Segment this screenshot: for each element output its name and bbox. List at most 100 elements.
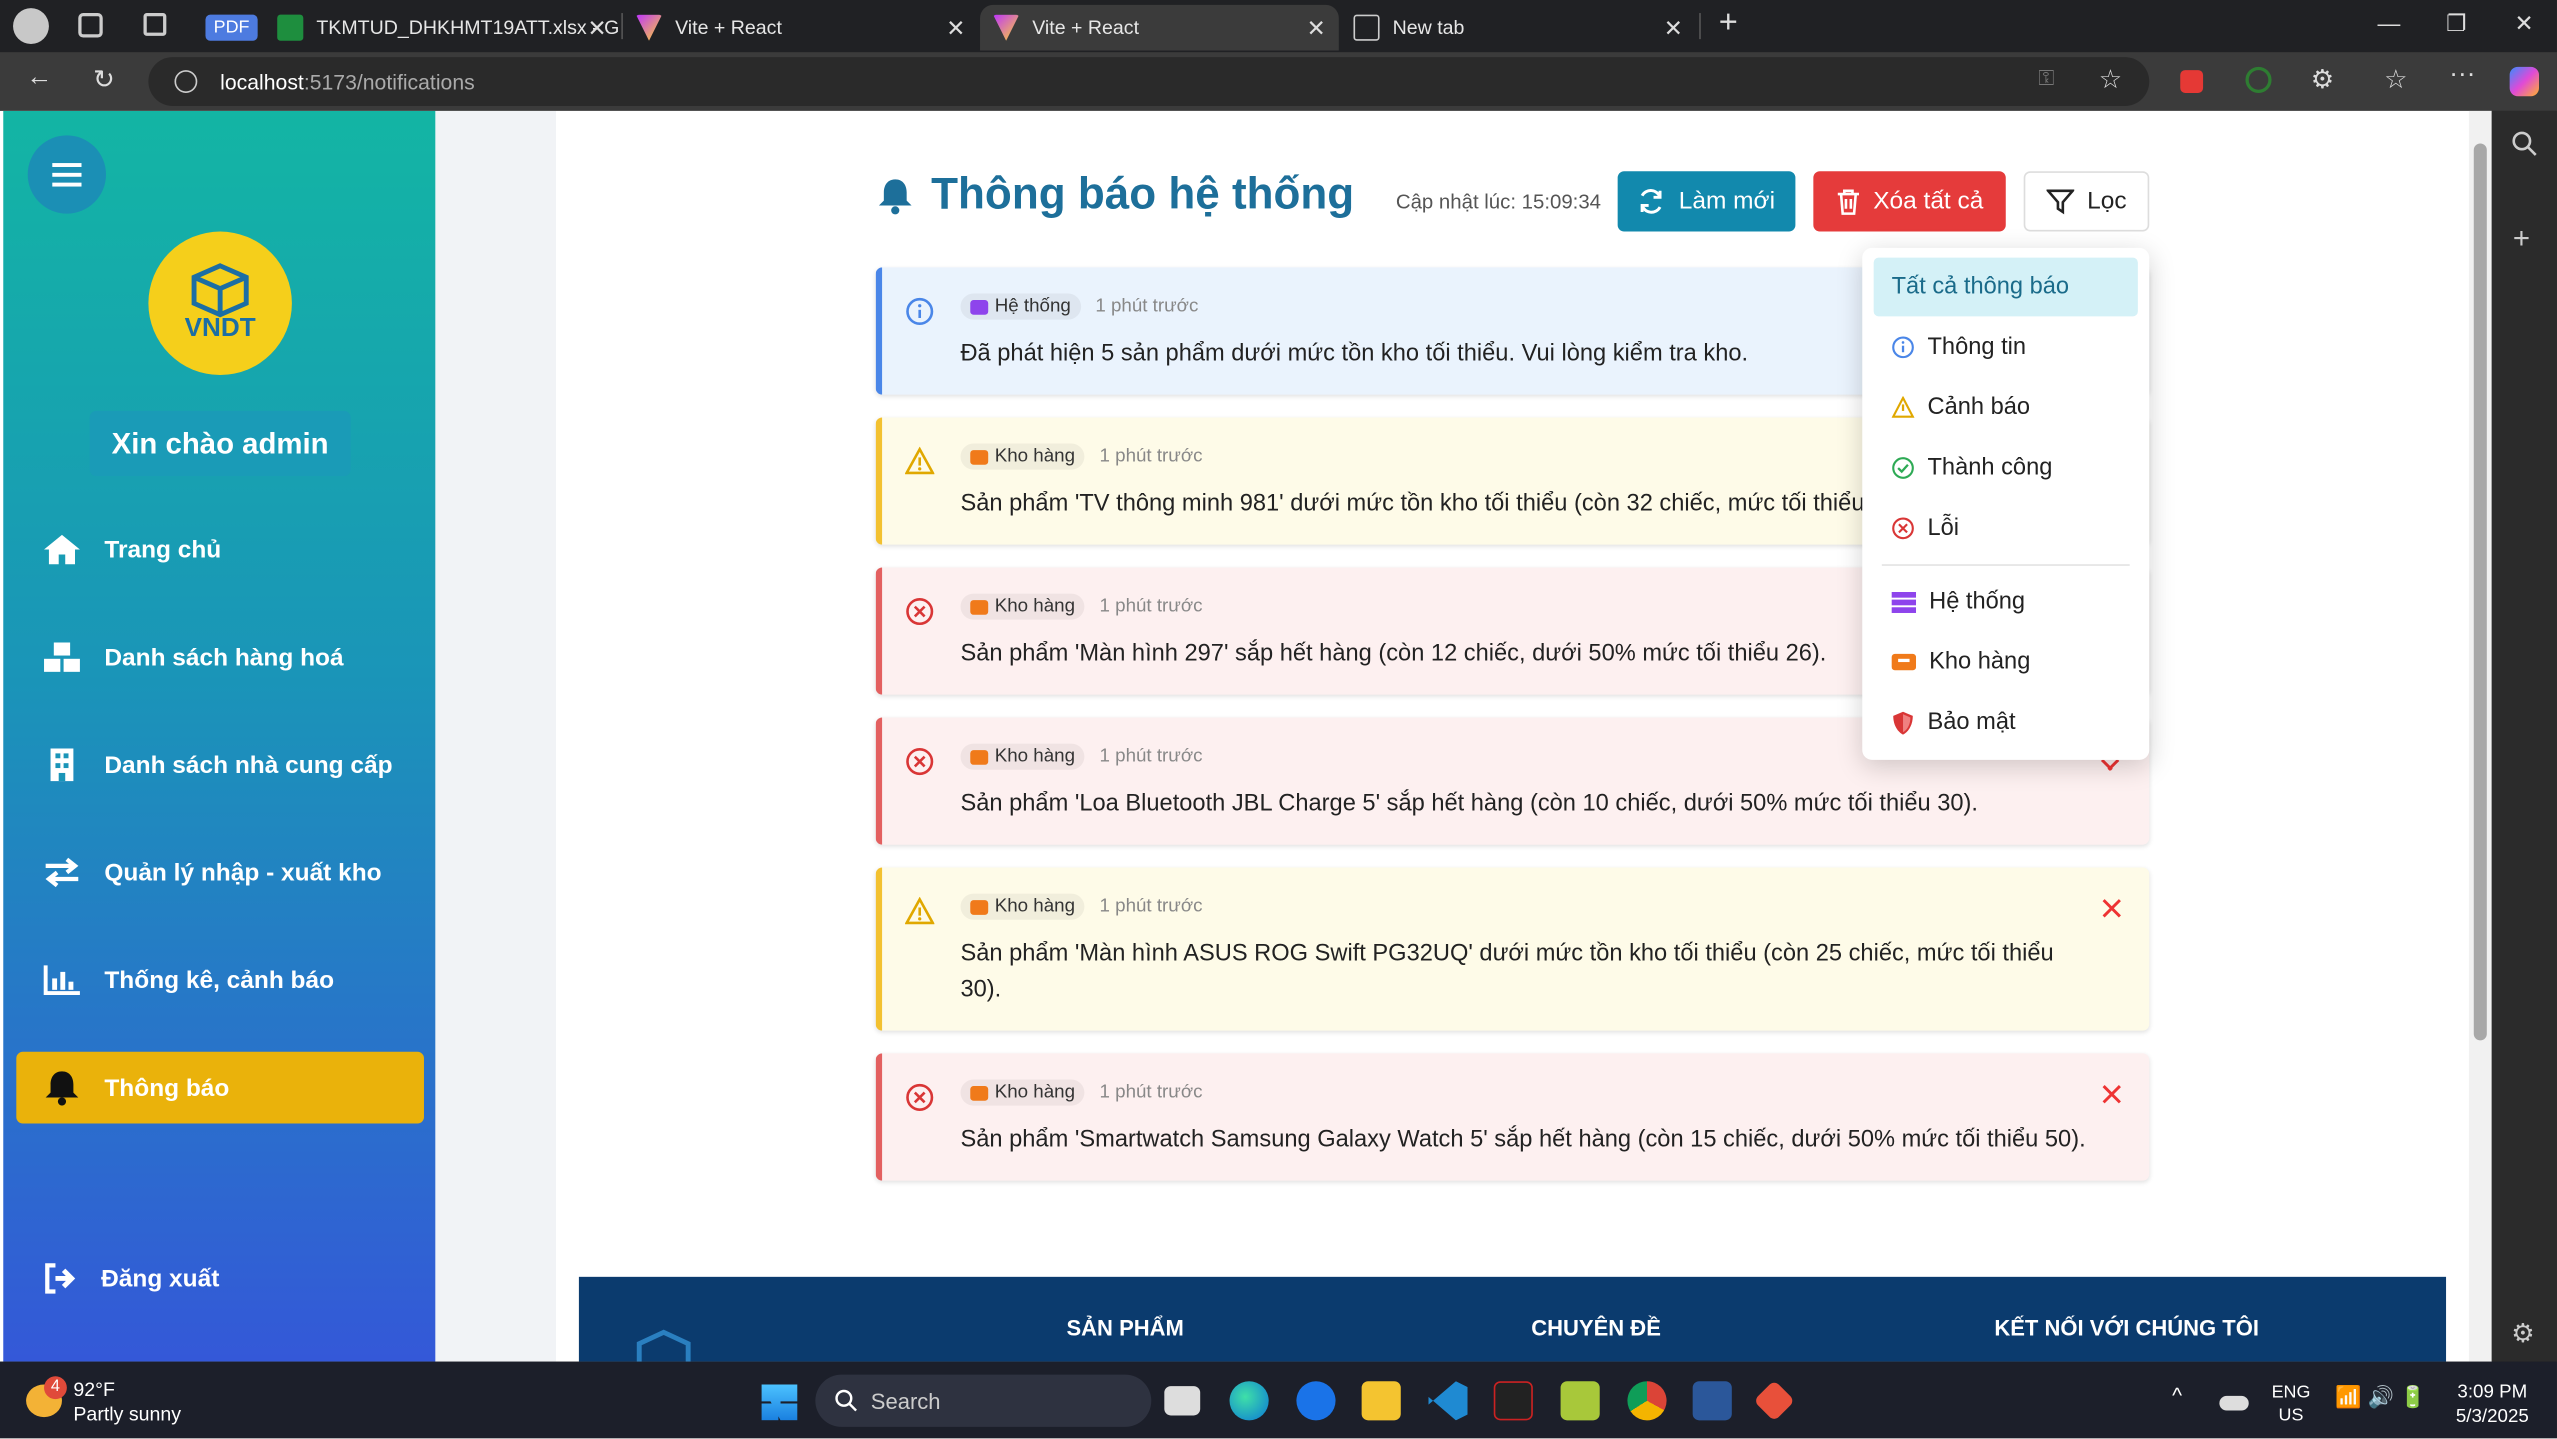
close-window-icon[interactable]: ✕ xyxy=(2515,10,2534,38)
edge-icon[interactable] xyxy=(1229,1381,1269,1421)
network-sound-battery[interactable]: 📶 🔊 🔋 xyxy=(2335,1385,2426,1409)
footer-heading-connect: KẾT NỐI VỚI CHÚNG TÔI xyxy=(1994,1315,2259,1341)
new-tab-button[interactable]: + xyxy=(1719,5,1738,43)
extensions-icon[interactable]: ⚙ xyxy=(2311,64,2334,97)
language-indicator[interactable]: ENG US xyxy=(2272,1381,2311,1427)
filter-button[interactable]: Lọc xyxy=(2023,171,2150,232)
sidebar-item-label: Danh sách nhà cung cấp xyxy=(104,750,393,779)
sidebar-item-suppliers[interactable]: Danh sách nhà cung cấp xyxy=(16,729,424,801)
footer-heading-topics: CHUYÊN ĐỀ xyxy=(1531,1315,1661,1341)
filter-option-warehouse[interactable]: Kho hàng xyxy=(1874,633,2138,692)
tray-chevron-icon[interactable]: ^ xyxy=(2172,1384,2182,1407)
server-icon xyxy=(970,299,989,314)
more-icon[interactable]: ··· xyxy=(2449,60,2475,89)
taskbar-search[interactable]: Search xyxy=(815,1374,1152,1427)
newtab-icon xyxy=(1353,14,1380,41)
app-yellow-icon[interactable] xyxy=(1560,1381,1600,1421)
file-explorer-icon[interactable] xyxy=(1361,1381,1401,1421)
start-button[interactable] xyxy=(761,1384,798,1421)
restore-icon[interactable]: ❐ xyxy=(2446,10,2466,38)
warehouse-icon xyxy=(970,749,989,764)
task-view-icon[interactable] xyxy=(1164,1386,1201,1416)
filter-option-success[interactable]: Thành công xyxy=(1874,439,2138,498)
tab-vite-2[interactable]: Vite + React ✕ xyxy=(980,4,1339,51)
zalo-icon[interactable] xyxy=(1296,1381,1336,1421)
close-tab-icon[interactable]: ✕ xyxy=(1664,15,1683,43)
category-badge: Kho hàng xyxy=(960,893,1085,920)
vscode-icon[interactable] xyxy=(1428,1381,1468,1421)
refresh-button[interactable]: Làm mới xyxy=(1617,171,1796,232)
scrollbar-thumb[interactable] xyxy=(2473,143,2487,1041)
app-red-icon[interactable] xyxy=(1493,1381,1533,1421)
profile-icon[interactable] xyxy=(13,8,49,45)
warehouse-icon xyxy=(970,599,989,614)
sidebar-item-products[interactable]: Danh sách hàng hoá xyxy=(16,621,424,693)
chrome-icon[interactable] xyxy=(1627,1381,1667,1421)
word-icon[interactable] xyxy=(1692,1381,1732,1421)
filter-icon xyxy=(2046,189,2075,215)
tab-pdf[interactable]: PDF xyxy=(192,5,264,51)
sidebar-item-label: Thống kê, cảnh báo xyxy=(104,966,335,994)
filter-option-security[interactable]: Bảo mật xyxy=(1874,693,2138,752)
dismiss-icon[interactable] xyxy=(2100,1083,2123,1106)
tab-title: TKMTUD_DHKHMT19ATT.xlsx - G xyxy=(316,16,620,40)
filter-option-label: Kho hàng xyxy=(1929,649,2031,676)
weather-widget[interactable]: 92°F Partly sunny xyxy=(73,1378,181,1427)
warning-icon xyxy=(1891,396,1915,418)
favorite-star-icon[interactable]: ☆ xyxy=(2099,64,2122,97)
clear-all-button[interactable]: Xóa tất cả xyxy=(1813,171,2006,232)
back-icon[interactable]: ← xyxy=(26,64,52,93)
filter-option-error[interactable]: Lỗi xyxy=(1874,499,2138,558)
tab-spreadsheet[interactable]: TKMTUD_DHKHMT19ATT.xlsx - G ✕ xyxy=(264,5,619,51)
close-tab-icon[interactable]: ✕ xyxy=(587,15,606,43)
key-icon[interactable]: ⚿ xyxy=(2038,65,2054,91)
search-icon[interactable] xyxy=(2511,130,2537,156)
sidebar-item-home[interactable]: Trang chủ xyxy=(16,514,424,586)
sidebar-item-label: Quản lý nhập - xuất kho xyxy=(104,858,382,887)
warehouse-icon xyxy=(970,899,989,915)
favorites-icon[interactable]: ☆ xyxy=(2384,64,2407,97)
workspaces-icon[interactable] xyxy=(78,13,103,38)
filter-option-all[interactable]: Tất cả thông báo xyxy=(1873,257,2138,317)
sidebar: VNDT Xin chào admin Trang chủ Danh sách … xyxy=(3,110,436,1362)
page-scrollbar[interactable] xyxy=(2468,110,2492,1362)
sidebar-item-inventory[interactable]: Quản lý nhập - xuất kho xyxy=(16,837,424,909)
menu-toggle-button[interactable] xyxy=(27,135,106,214)
filter-option-info[interactable]: Thông tin xyxy=(1874,318,2138,377)
url-field[interactable]: localhost:5173/notifications xyxy=(148,57,2150,106)
logout-icon xyxy=(45,1263,76,1294)
close-tab-icon[interactable]: ✕ xyxy=(1307,15,1326,43)
tab-actions-icon[interactable] xyxy=(143,13,167,36)
copilot-icon[interactable] xyxy=(2509,66,2539,97)
sidebar-item-statistics[interactable]: Thống kê, cảnh báo xyxy=(16,944,424,1016)
notification-time: 1 phút trước xyxy=(1095,296,1199,317)
tab-title: Vite + React xyxy=(675,16,782,40)
dismiss-icon[interactable] xyxy=(2100,897,2123,920)
clock-date: 5/3/2025 xyxy=(2455,1407,2529,1427)
filter-option-label: Thành công xyxy=(1927,454,2053,482)
tab-vite-1[interactable]: Vite + React ✕ xyxy=(623,5,978,51)
onedrive-icon[interactable] xyxy=(2219,1395,2249,1411)
windows-taskbar: 4 92°F Partly sunny Search ^ ENG US 📶 🔊 … xyxy=(0,1361,2557,1439)
sidebar-item-notifications[interactable]: Thông báo xyxy=(16,1051,424,1124)
home-icon xyxy=(44,534,80,565)
arrows-icon xyxy=(45,857,79,888)
site-info-icon[interactable] xyxy=(174,70,198,93)
dismiss-icon[interactable] xyxy=(2099,759,2122,773)
logout-button[interactable]: Đăng xuất xyxy=(16,1243,424,1315)
close-tab-icon[interactable]: ✕ xyxy=(946,15,965,43)
filter-option-system[interactable]: Hệ thống xyxy=(1874,572,2138,631)
minimize-icon[interactable]: — xyxy=(2378,10,2401,36)
box-logo-icon xyxy=(191,263,249,318)
filter-option-warning[interactable]: Cảnh báo xyxy=(1874,378,2138,437)
git-icon[interactable] xyxy=(1753,1380,1795,1422)
category-badge: Hệ thống xyxy=(960,293,1081,320)
clock[interactable]: 3:09 PM 5/3/2025 xyxy=(2456,1381,2529,1430)
reload-icon[interactable]: ↻ xyxy=(93,64,115,97)
filter-option-label: Lỗi xyxy=(1927,515,1960,542)
extension-green-icon[interactable] xyxy=(2245,66,2272,93)
tab-new[interactable]: New tab ✕ xyxy=(1340,5,1695,51)
settings-icon[interactable]: ⚙ xyxy=(2511,1318,2534,1351)
add-icon[interactable]: + xyxy=(2513,222,2530,256)
extension-red-icon[interactable] xyxy=(2180,70,2204,93)
